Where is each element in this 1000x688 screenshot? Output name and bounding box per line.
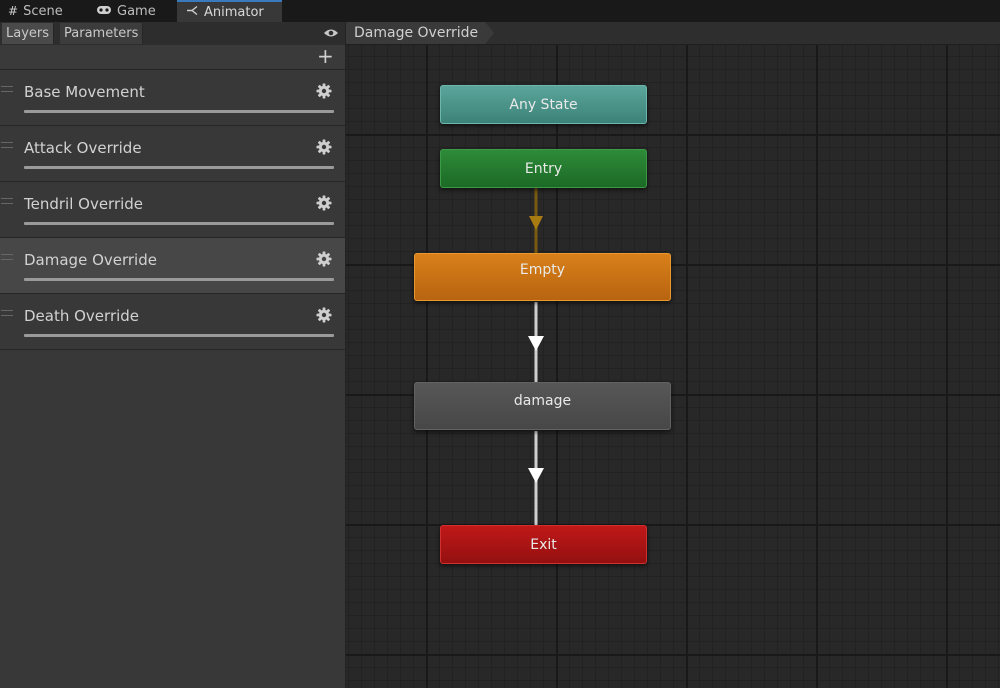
exit-node[interactable]: Exit	[440, 525, 647, 564]
layer-item-selected[interactable]: Damage Override	[0, 238, 345, 294]
damage-state-node[interactable]: damage	[414, 382, 671, 430]
tab-animator-label: Animator	[204, 5, 264, 20]
animator-icon	[186, 2, 199, 22]
layer-item[interactable]: Base Movement	[0, 70, 345, 126]
layer-item[interactable]: Attack Override	[0, 126, 345, 182]
node-label: Exit	[530, 536, 557, 553]
entry-node[interactable]: Entry	[440, 149, 647, 188]
layer-item[interactable]: Death Override	[0, 294, 345, 350]
tab-animator[interactable]: Animator	[177, 0, 282, 22]
breadcrumb-bar: Damage Override	[346, 22, 1000, 45]
empty-state-node[interactable]: Empty	[414, 253, 671, 301]
drag-handle-icon[interactable]	[1, 86, 13, 92]
panel-subtabs: Layers Parameters	[0, 22, 345, 45]
node-label: Entry	[524, 160, 563, 177]
gear-icon[interactable]	[315, 138, 333, 156]
gear-icon[interactable]	[315, 306, 333, 324]
layer-name: Damage Override	[24, 251, 157, 269]
tab-scene[interactable]: # Scene	[8, 0, 63, 22]
breadcrumb[interactable]: Damage Override	[346, 22, 494, 44]
transition-arrow-icon	[528, 336, 544, 351]
drag-handle-icon[interactable]	[1, 198, 13, 204]
drag-handle-icon[interactable]	[1, 310, 13, 316]
gear-icon[interactable]	[315, 82, 333, 100]
tab-layers[interactable]: Layers	[2, 23, 55, 44]
gear-icon[interactable]	[315, 194, 333, 212]
layers-toolbar: +	[0, 45, 345, 70]
default-transition-arrow-icon	[529, 216, 543, 230]
layer-list: Base Movement Attack Override Tendril Ov…	[0, 70, 345, 350]
transition-arrow-icon	[528, 468, 544, 483]
animator-graph[interactable]: Damage Override Any State Entry Empty da…	[346, 22, 1000, 688]
layer-name: Base Movement	[24, 83, 145, 101]
tab-game[interactable]: Game	[96, 0, 156, 22]
layer-item[interactable]: Tendril Override	[0, 182, 345, 238]
layer-name: Attack Override	[24, 139, 142, 157]
eye-icon[interactable]	[323, 24, 339, 42]
tab-game-label: Game	[117, 4, 156, 19]
node-label: Any State	[509, 96, 578, 113]
node-label: damage	[513, 393, 572, 409]
layer-weight-slider[interactable]	[24, 222, 334, 225]
tab-parameters[interactable]: Parameters	[60, 23, 144, 44]
gamepad-icon	[96, 0, 112, 22]
node-label: Empty	[519, 262, 566, 278]
tab-scene-label: Scene	[23, 4, 63, 19]
layer-weight-slider[interactable]	[24, 334, 334, 337]
layers-panel: Layers Parameters + Base Movement Attack…	[0, 22, 346, 688]
drag-handle-icon[interactable]	[1, 254, 13, 260]
plus-icon[interactable]: +	[317, 46, 334, 66]
layer-weight-slider[interactable]	[24, 166, 334, 169]
layer-name: Tendril Override	[24, 195, 144, 213]
layer-name: Death Override	[24, 307, 140, 325]
grid-icon: #	[8, 4, 19, 18]
editor-tab-bar: # Scene Game Animator	[0, 0, 1000, 23]
drag-handle-icon[interactable]	[1, 142, 13, 148]
layer-weight-slider[interactable]	[24, 278, 334, 281]
gear-icon[interactable]	[315, 250, 333, 268]
layer-weight-slider[interactable]	[24, 110, 334, 113]
any-state-node[interactable]: Any State	[440, 85, 647, 124]
